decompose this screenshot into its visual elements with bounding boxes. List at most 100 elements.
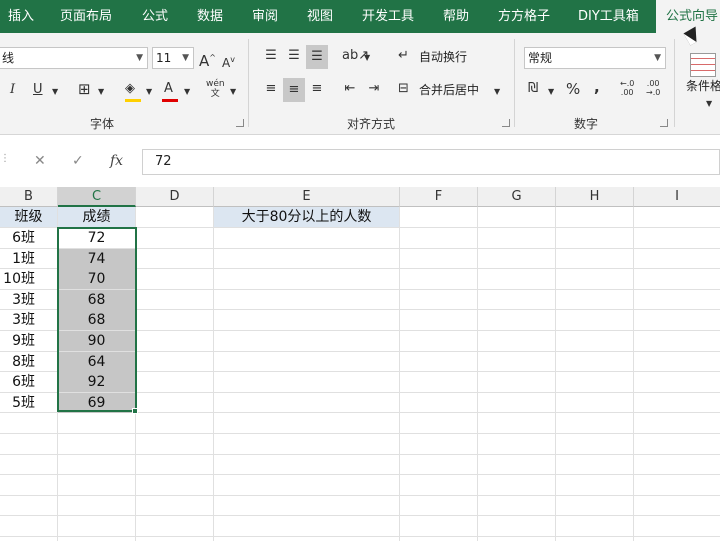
increase-indent-icon[interactable]: ⇥ (364, 80, 384, 98)
column-header-f[interactable]: F (400, 187, 478, 207)
conditional-format-button[interactable]: 条件格 (686, 77, 720, 95)
align-top-icon[interactable]: ☰ (262, 47, 280, 65)
decrease-indent-icon[interactable]: ⇤ (340, 80, 360, 98)
column-header-g[interactable]: G (478, 187, 556, 207)
chevron-down-icon: ▼ (654, 53, 661, 63)
tab-view[interactable]: 视图 (307, 0, 333, 33)
borders-icon[interactable]: ⊞ (78, 80, 91, 98)
tab-insert[interactable]: 插入 (8, 0, 34, 33)
number-format-select[interactable]: 常规 ▼ (524, 47, 666, 69)
tab-page-layout[interactable]: 页面布局 (60, 0, 112, 33)
italic-button[interactable]: I (10, 81, 15, 99)
column-header-i[interactable]: I (634, 187, 720, 207)
cell-e1-header[interactable]: 大于80分以上的人数 (214, 207, 399, 227)
insert-function-button[interactable]: fx (110, 153, 123, 169)
chevron-down-icon: ▼ (182, 53, 189, 63)
gridline (399, 207, 400, 541)
underline-button[interactable]: U (33, 81, 43, 99)
worksheet-grid[interactable]: B C D E F G H I 班级 成绩 大于80分以上的人数 6班 72 1班 7… (0, 187, 720, 541)
chevron-down-icon[interactable]: ▼ (548, 83, 554, 101)
wrap-text-button[interactable]: 自动换行 (419, 48, 467, 66)
column-header-h[interactable]: H (556, 187, 634, 207)
gridline (0, 433, 720, 434)
chevron-down-icon[interactable]: ▼ (364, 49, 370, 67)
chevron-down-icon[interactable]: ▼ (98, 83, 104, 101)
font-size-select[interactable]: 11 ▼ (152, 47, 194, 69)
font-name-value: 线 (2, 51, 15, 65)
shrink-font-icon: A (222, 56, 231, 70)
class-cell[interactable]: 6班 (0, 228, 57, 248)
enter-icon[interactable]: ✓ (72, 153, 84, 169)
tab-data[interactable]: 数据 (197, 0, 223, 33)
fill-color-icon[interactable]: ◈ (125, 80, 135, 98)
cancel-icon[interactable]: ✕ (34, 153, 46, 169)
align-right-icon[interactable]: ≡ (308, 80, 326, 98)
number-dialog-launcher-icon[interactable] (660, 119, 668, 127)
phonetic-guide-button[interactable]: wén 文 (206, 79, 225, 99)
decrease-decimal-icon[interactable]: .00 →.0 (646, 79, 660, 97)
chevron-down-icon[interactable]: ▼ (52, 83, 58, 101)
tab-developer[interactable]: 开发工具 (362, 0, 414, 33)
align-left-icon[interactable]: ≡ (262, 80, 280, 98)
gridline (0, 494, 720, 496)
grow-font-button[interactable]: A^ (199, 49, 216, 70)
column-header-d[interactable]: D (136, 187, 214, 207)
chevron-down-icon[interactable]: ▼ (706, 95, 712, 113)
font-size-value: 11 (156, 51, 172, 65)
fill-handle[interactable] (132, 408, 138, 414)
align-center-icon[interactable]: ≡ (283, 78, 305, 102)
tab-review[interactable]: 审阅 (252, 0, 278, 33)
align-middle-icon[interactable]: ☰ (285, 47, 303, 65)
column-header-b[interactable]: B (0, 187, 58, 207)
number-group-title: 数字 (574, 117, 599, 131)
column-header-c[interactable]: C (58, 187, 136, 207)
font-color-button[interactable]: A (164, 80, 173, 98)
accounting-format-icon[interactable]: ₪ (528, 80, 538, 98)
alignment-dialog-launcher-icon[interactable] (502, 119, 510, 127)
tab-formulas[interactable]: 公式 (142, 0, 168, 33)
class-cell[interactable]: 9班 (0, 331, 57, 351)
formula-input[interactable]: 72 (142, 149, 720, 175)
percent-button[interactable]: % (566, 80, 580, 98)
tab-help[interactable]: 帮助 (443, 0, 469, 33)
class-cell[interactable]: 1班 (0, 249, 57, 269)
class-cell[interactable]: 10班 (0, 269, 57, 289)
class-cell[interactable]: 6班 (0, 372, 57, 392)
column-header-e[interactable]: E (214, 187, 400, 207)
cell-c1-header[interactable]: 成绩 (58, 207, 135, 227)
class-cell[interactable]: 3班 (0, 310, 57, 330)
tab-diy-toolbox[interactable]: DIY工具箱 (578, 0, 639, 33)
tab-formula-wizard[interactable]: 公式向导 (656, 0, 720, 33)
number-format-value: 常规 (528, 51, 553, 65)
name-box-grip-icon: ⋮ (0, 153, 10, 164)
conditional-format-icon (690, 53, 716, 77)
tab-fangfang[interactable]: 方方格子 (498, 0, 550, 33)
increase-decimal-icon[interactable]: ←.0.00 (620, 79, 634, 97)
group-divider (248, 39, 249, 127)
class-cell[interactable]: 5班 (0, 393, 57, 413)
wrap-text-icon: ↵ (398, 48, 409, 63)
shrink-font-button[interactable]: Av (222, 51, 235, 72)
chevron-down-icon[interactable]: ▼ (230, 83, 236, 101)
comma-button[interactable]: , (594, 78, 600, 96)
gridline (555, 207, 556, 541)
orientation-icon[interactable]: ab↗ (342, 47, 369, 65)
chevron-down-icon[interactable]: ▼ (146, 83, 152, 101)
gridline (477, 207, 478, 541)
font-color-swatch (162, 99, 178, 102)
class-cell[interactable]: 3班 (0, 290, 57, 310)
font-dialog-launcher-icon[interactable] (236, 119, 244, 127)
chevron-down-icon[interactable]: ▼ (184, 83, 190, 101)
chevron-down-icon[interactable]: ▼ (494, 83, 500, 101)
class-cell[interactable]: 8班 (0, 352, 57, 372)
gridline (0, 474, 720, 476)
grow-font-icon: A (199, 52, 210, 70)
cell-b1-header[interactable]: 班级 (0, 207, 57, 227)
ribbon: 线 ▼ 11 ▼ A^ Av I U ▼ ⊞ ▼ ◈ ▼ A ▼ wén 文 ▼ … (0, 33, 720, 135)
gridline (0, 536, 720, 537)
font-name-select[interactable]: 线 ▼ (0, 47, 148, 69)
font-group-title: 字体 (90, 117, 115, 131)
merge-center-button[interactable]: 合并后居中 (419, 81, 479, 99)
align-bottom-icon[interactable]: ☰ (306, 45, 328, 69)
fill-color-swatch (125, 99, 141, 102)
